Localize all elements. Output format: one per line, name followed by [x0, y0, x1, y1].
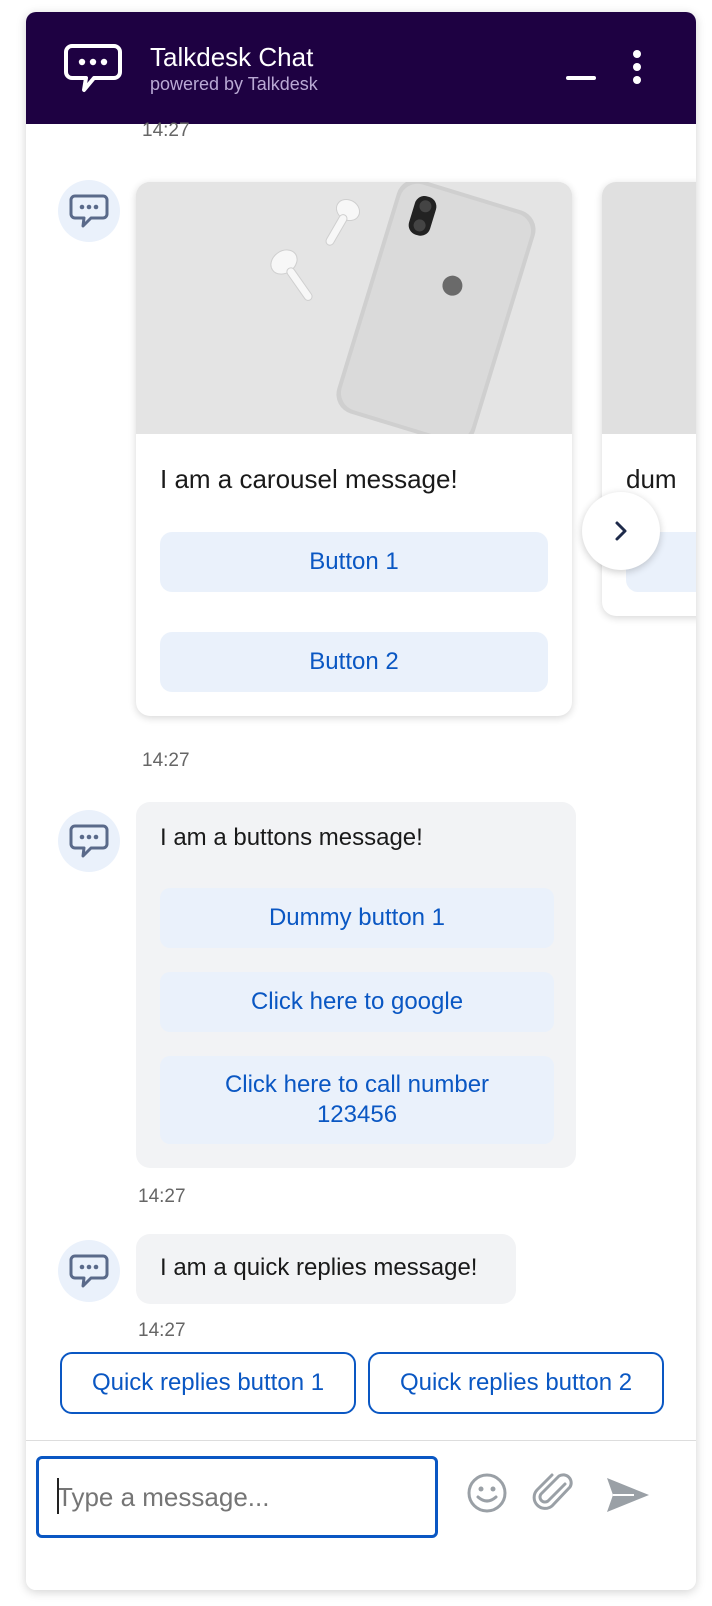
emoji-icon[interactable] [466, 1472, 508, 1514]
buttons-message-text: I am a buttons message! [160, 824, 423, 851]
attachment-icon[interactable] [532, 1470, 576, 1516]
chat-bubble-icon [69, 1254, 109, 1288]
product-image [136, 182, 572, 434]
dummy-button-1[interactable]: Dummy button 1 [160, 888, 554, 948]
chat-subtitle: powered by Talkdesk [150, 74, 318, 94]
agent-avatar [58, 810, 120, 872]
carousel-next-button[interactable] [582, 492, 660, 570]
text-caret [57, 1478, 59, 1514]
quick-replies-message-bubble: I am a quick replies message! [136, 1234, 516, 1304]
carousel-card: I am a carousel message! Button 1 Button… [136, 182, 572, 716]
more-options-icon [633, 50, 641, 58]
quick-replies-message-text: I am a quick replies message! [160, 1254, 478, 1281]
chat-bubble-icon [69, 194, 109, 228]
chevron-right-icon [615, 521, 627, 541]
product-image [602, 182, 696, 434]
carousel-card-text: I am a carousel message! [160, 464, 458, 494]
quick-reply-button-1[interactable]: Quick replies button 1 [60, 1352, 356, 1414]
timestamp: 14:27 [138, 1186, 186, 1207]
message-composer [26, 1440, 696, 1590]
quick-reply-button-2[interactable]: Quick replies button 2 [368, 1352, 664, 1414]
google-link-button[interactable]: Click here to google [160, 972, 554, 1032]
chat-title: Talkdesk Chat [150, 42, 314, 72]
chat-widget: Talkdesk Chat powered by Talkdesk 14:27 [26, 12, 696, 1590]
timestamp: 14:27 [142, 120, 190, 141]
send-icon[interactable] [604, 1475, 652, 1515]
minimize-icon [566, 76, 596, 80]
timestamp: 14:27 [138, 1320, 186, 1341]
timestamp: 14:27 [142, 750, 190, 771]
carousel-button-2[interactable]: Button 2 [160, 632, 548, 692]
carousel-button-1[interactable]: Button 1 [160, 532, 548, 592]
chat-bubble-icon [64, 44, 122, 92]
agent-avatar [58, 1240, 120, 1302]
agent-avatar [58, 180, 120, 242]
minimize-button[interactable] [556, 56, 604, 96]
call-number-button[interactable]: Click here to call number 123456 [160, 1056, 554, 1144]
buttons-message-bubble: I am a buttons message! Dummy button 1 C… [136, 802, 576, 1168]
message-input[interactable] [36, 1456, 438, 1538]
chat-header: Talkdesk Chat powered by Talkdesk [26, 12, 696, 124]
chat-bubble-icon [69, 824, 109, 858]
carousel-card-text: dum [626, 464, 677, 494]
more-options-button[interactable] [622, 50, 652, 90]
